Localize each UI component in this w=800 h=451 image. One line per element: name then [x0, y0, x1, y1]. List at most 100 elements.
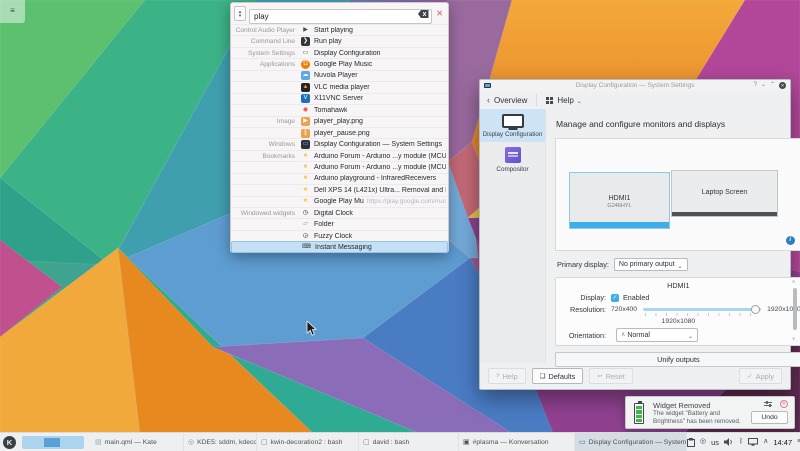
taskbar-task-button[interactable]: ▤ main.qml — Kate — [91, 433, 184, 451]
scroll-up-icon[interactable]: ∧ — [792, 280, 796, 285]
result-label: player_play.png — [314, 118, 363, 125]
overview-button[interactable]: Overview — [494, 96, 527, 105]
scroll-down-icon[interactable]: ∨ — [792, 337, 796, 342]
krunner-result-row[interactable]: ◶ Fuzzy Clock — [231, 230, 448, 241]
taskbar-task-button[interactable]: ▣ #plasma — Konversation — [459, 433, 575, 451]
result-url-suffix: https://play.google.com/music/... — [367, 198, 446, 205]
window-titlebar[interactable]: Display Configuration — System Settings … — [480, 80, 790, 91]
result-label: Display Configuration — System Settings — [314, 141, 442, 148]
defaults-icon: ❏ — [540, 372, 546, 380]
taskbar-task-button[interactable]: ▭ Display Configuration — System Se — [575, 433, 687, 451]
taskbar-panel: K ▤ main.qml — Kate ◎ KDE5: sddm, kdecor… — [0, 432, 800, 451]
resolution-slider[interactable] — [643, 308, 761, 311]
krunner-result-row[interactable]: ★ Google Play Music https://play.google.… — [231, 196, 448, 207]
result-label: Instant Messaging — [315, 244, 372, 251]
status-icon[interactable]: ◎ — [700, 438, 706, 446]
maximize-button[interactable]: ⌃ — [770, 82, 775, 89]
notification-settings-icon[interactable] — [764, 402, 772, 408]
krunner-result-row[interactable]: Image ▶ player_play.png — [231, 116, 448, 127]
result-category-label: System Settings — [233, 50, 301, 57]
result-label: Run play — [314, 38, 342, 45]
chevron-down-icon: ▾ — [239, 14, 242, 18]
krunner-result-row[interactable]: Bookmarks ★ Arduino Forum - Arduino ...y… — [231, 150, 448, 161]
primary-display-select[interactable]: No primary output ⌄ — [614, 258, 688, 271]
krunner-result-row[interactable]: V X11VNC Server — [231, 93, 448, 104]
result-icon: ★ — [301, 186, 310, 195]
task-icon: ▢ — [363, 438, 370, 446]
virtual-desktop-pager[interactable] — [22, 436, 84, 449]
notification-popup: Widget Removed The widget "Battery and B… — [625, 396, 795, 429]
task-icon: ▤ — [95, 438, 102, 446]
taskbar-task-button[interactable]: ◎ KDE5: sddm, kdecoration, ksysgua — [184, 433, 257, 451]
expand-tray-icon[interactable]: ∧ — [763, 438, 768, 446]
desktop-toolbox[interactable]: ≡ — [0, 0, 25, 23]
back-chevron-icon: ‹ — [487, 95, 490, 105]
reset-button[interactable]: ↩ Reset — [589, 368, 633, 384]
undo-button[interactable]: Undo — [751, 411, 788, 424]
compositor-icon — [505, 147, 521, 163]
selected-monitor-bar — [570, 222, 669, 228]
krunner-result-row[interactable]: ∥ player_pause.png — [231, 127, 448, 138]
monitor-laptop-screen[interactable]: Laptop Screen — [671, 170, 778, 217]
taskbar-task-button[interactable]: ▢ david : bash — [359, 433, 459, 451]
krunner-result-row[interactable]: ★ Dell XPS 14 (L421x) Ultra... Removal a… — [231, 184, 448, 195]
taskbar-task-button[interactable]: ▢ kwin-decoration2 : bash — [257, 433, 359, 451]
chevron-down-icon: ⌄ — [577, 98, 582, 105]
krunner-result-row[interactable]: Windowed widgets ◷ Digital Clock — [231, 207, 448, 218]
keyboard-layout-indicator[interactable]: us — [711, 438, 719, 447]
krunner-result-row[interactable]: Control Audio Player ▶ Start playing — [231, 24, 448, 35]
resolution-current: 1920x1080 — [662, 318, 696, 325]
window-help-button[interactable]: ? — [754, 82, 757, 89]
result-category-label: Control Audio Player — [233, 27, 301, 34]
result-icon: ∥ — [301, 129, 310, 138]
krunner-result-row[interactable]: ▲ VLC media player — [231, 81, 448, 92]
result-icon: ☁ — [301, 71, 310, 80]
close-button[interactable]: ✕ — [779, 82, 786, 89]
notification-close-icon[interactable]: ✕ — [780, 400, 788, 408]
minimize-button[interactable]: ⌄ — [761, 82, 766, 89]
result-icon: ▶ — [301, 26, 310, 35]
result-label: Arduino Forum - Arduino ...y module (MCU… — [314, 153, 446, 160]
close-icon[interactable]: ✕ — [435, 9, 444, 18]
apply-button[interactable]: ✓ Apply — [739, 368, 782, 384]
display-icon[interactable] — [748, 438, 758, 446]
sidebar-item-compositor[interactable]: Compositor — [480, 142, 545, 177]
krunner-result-row[interactable]: ◉ Tomahawk — [231, 104, 448, 115]
scrollbar-thumb[interactable] — [793, 288, 797, 330]
pager-window-rect — [44, 438, 60, 447]
notification-title: Widget Removed — [653, 401, 711, 410]
help-button[interactable]: ? Help — [488, 368, 526, 384]
application-launcher-button[interactable]: K — [3, 436, 16, 449]
search-input[interactable] — [249, 9, 432, 24]
info-icon[interactable]: i — [786, 236, 795, 245]
monitor-hdmi1[interactable]: HDMI1 G246HYL — [569, 172, 670, 229]
krunner-result-row[interactable]: System Settings ▭ Display Configuration — [231, 47, 448, 58]
krunner-result-row[interactable]: ⌨ Instant Messaging — [231, 241, 448, 252]
unify-outputs-button[interactable]: Unify outputs — [555, 352, 800, 367]
krunner-result-row[interactable]: Windows ▭ Display Configuration — System… — [231, 138, 448, 149]
orientation-select[interactable]: ∧ Normal ⌄ — [616, 328, 698, 342]
krunner-result-row[interactable]: ☁ Nuvola Player — [231, 70, 448, 81]
krunner-result-row[interactable]: Applications Ω Google Play Music — [231, 58, 448, 69]
clipboard-icon[interactable] — [687, 438, 695, 447]
bluetooth-icon[interactable]: ᛒ — [739, 438, 743, 446]
krunner-result-row[interactable]: Command Line ❯ Run play — [231, 35, 448, 46]
result-icon: ★ — [301, 163, 310, 172]
krunner-result-row[interactable]: ▱ Folder — [231, 218, 448, 229]
result-icon: ◶ — [301, 232, 310, 241]
panel-scrollbar[interactable]: ∧ ∨ — [793, 283, 798, 340]
krunner-result-row[interactable]: ★ Arduino playground - InfraredReceivers — [231, 173, 448, 184]
enabled-label: Enabled — [623, 293, 649, 302]
result-category-label: Command Line — [233, 38, 301, 45]
krunner-options-button[interactable]: ▴ ▾ — [234, 6, 246, 21]
clock[interactable]: 14:47 — [773, 438, 792, 447]
help-menu-button[interactable]: Help — [557, 96, 573, 105]
display-enabled-checkbox[interactable]: ✓ — [611, 294, 619, 302]
volume-icon[interactable] — [724, 438, 734, 446]
result-label: Dell XPS 14 (L421x) Ultra... Removal and… — [314, 187, 446, 194]
defaults-button[interactable]: ❏ Defaults — [532, 368, 584, 384]
result-label: Arduino Forum - Arduino ...y module (MCU… — [314, 164, 446, 171]
clear-input-icon[interactable] — [418, 10, 429, 18]
sidebar-item-display-configuration[interactable]: Display Configuration — [480, 109, 545, 142]
krunner-result-row[interactable]: ★ Arduino Forum - Arduino ...y module (M… — [231, 161, 448, 172]
